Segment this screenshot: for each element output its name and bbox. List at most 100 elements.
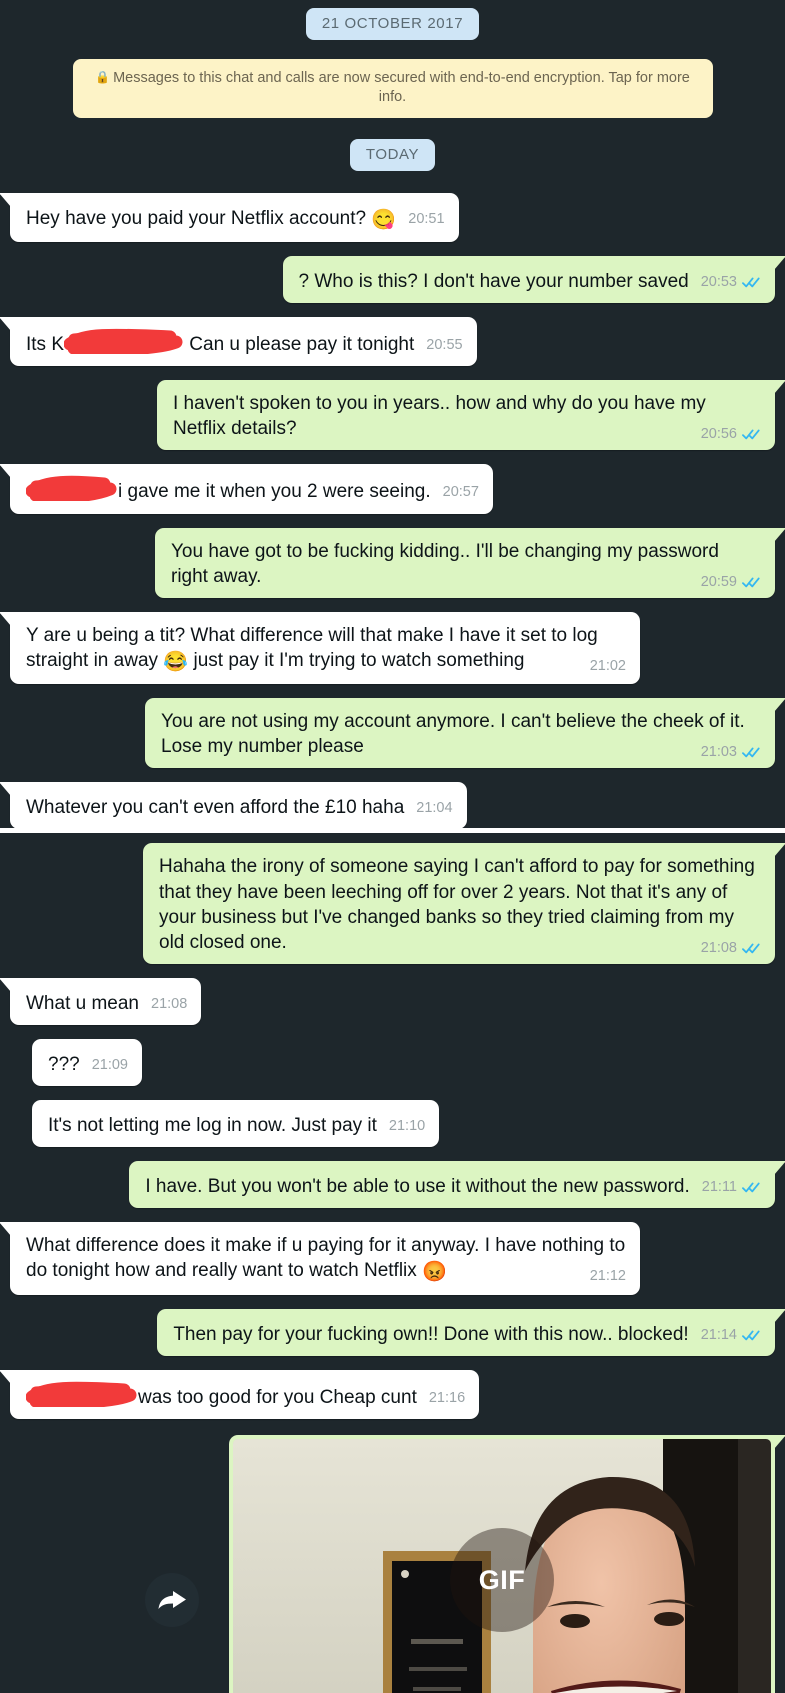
encryption-notice-row[interactable]: 🔒 Messages to this chat and calls are now… — [0, 59, 785, 118]
read-receipt-ticks — [742, 429, 760, 440]
message-text: ? Who is this? I don't have your number … — [298, 271, 689, 293]
gif-message-row: GIF 21:17 — [10, 1434, 785, 1693]
gif-badge[interactable]: GIF — [450, 1528, 554, 1633]
message-timestamp: 21:04 — [416, 800, 453, 817]
message-text: Its K — [26, 334, 65, 356]
gif-badge-label: GIF — [478, 1564, 526, 1595]
incoming-message-bubble[interactable]: What u mean 21:08 — [0, 977, 202, 1025]
message-timestamp: 21:03 — [700, 744, 737, 761]
message-row: i gave me it when you 2 were seeing. 20:5… — [0, 464, 775, 514]
message-meta: 20:55 — [426, 336, 462, 355]
message-row: You are not using my account anymore. I … — [10, 698, 785, 769]
message-text: What u mean — [26, 992, 139, 1014]
lock-icon: 🔒 — [95, 70, 111, 84]
message-text: was too good for you Cheap cunt — [138, 1386, 417, 1408]
forward-button[interactable] — [145, 1572, 199, 1627]
incoming-message-bubble[interactable]: Its K Can u please pay it tonight 20:55 — [0, 317, 477, 367]
message-meta: 20:53 — [701, 273, 761, 292]
read-receipt-ticks — [742, 943, 760, 954]
message-row: Then pay for your fucking own!! Done wit… — [10, 1308, 785, 1356]
message-timestamp: 20:56 — [700, 426, 737, 443]
date-chip-today: TODAY — [349, 138, 436, 171]
message-text: i gave me it when you 2 were seeing. — [118, 481, 431, 503]
outgoing-message-bubble[interactable]: Hahaha the irony of someone saying I can… — [143, 843, 785, 964]
incoming-message-bubble[interactable]: was too good for you Cheap cunt 21:16 — [0, 1369, 480, 1419]
message-meta: 21:14 — [701, 1326, 761, 1345]
date-chip-first: 21 OCTOBER 2017 — [305, 8, 480, 40]
message-timestamp: 21:14 — [700, 1326, 737, 1343]
message-timestamp: 21:16 — [428, 1389, 466, 1406]
forward-arrow-icon — [158, 1590, 186, 1609]
screenshot-seam-artifact — [0, 828, 785, 834]
message-timestamp: 21:10 — [388, 1117, 426, 1134]
message-meta: 21:08 — [151, 995, 187, 1014]
message-row: Its K Can u please pay it tonight 20:55 — [0, 317, 775, 367]
message-row: I haven't spoken to you in years.. how a… — [10, 380, 785, 451]
message-timestamp: 21:11 — [701, 1179, 737, 1196]
message-timestamp: 20:57 — [442, 484, 479, 501]
message-meta: 20:59 — [701, 573, 761, 592]
outgoing-message-bubble[interactable]: You are not using my account anymore. I … — [145, 698, 785, 769]
message-list: Hey have you paid your Netflix account? … — [0, 192, 785, 1693]
message-meta: 21:11 — [702, 1178, 761, 1197]
message-meta: 21:16 — [429, 1389, 465, 1408]
message-text: Whatever you can't even afford the £10 h… — [26, 797, 405, 819]
incoming-message-bubble[interactable]: Hey have you paid your Netflix account? … — [0, 192, 459, 243]
message-meta: 20:56 — [701, 425, 761, 444]
message-row: ? Who is this? I don't have your number … — [10, 256, 785, 304]
message-text: It's not letting me log in now. Just pay… — [48, 1114, 377, 1136]
message-row: I have. But you won't be able to use it … — [10, 1161, 785, 1209]
message-row: Hey have you paid your Netflix account? … — [0, 192, 775, 243]
incoming-message-bubble[interactable]: Whatever you can't even afford the £10 h… — [0, 782, 467, 830]
message-timestamp: 20:59 — [700, 573, 737, 590]
message-timestamp: 20:51 — [408, 210, 445, 227]
message-meta: 21:08 — [701, 939, 761, 958]
message-timestamp: 21:09 — [91, 1056, 128, 1073]
message-text: You are not using my account anymore. I … — [161, 711, 745, 758]
message-row: Hahaha the irony of someone saying I can… — [10, 843, 785, 964]
read-receipt-ticks — [742, 1182, 760, 1193]
incoming-message-bubble[interactable]: i gave me it when you 2 were seeing. 20:5… — [0, 464, 493, 514]
gif-message-bubble[interactable]: GIF 21:17 — [229, 1434, 785, 1693]
message-text: Then pay for your fucking own!! Done wit… — [173, 1323, 689, 1345]
message-row: What u mean 21:08 — [0, 977, 775, 1025]
message-text: You have got to be fucking kidding.. I'l… — [171, 540, 719, 587]
message-meta: 21:04 — [416, 799, 452, 818]
message-timestamp: 21:02 — [589, 657, 626, 674]
outgoing-message-bubble[interactable]: I haven't spoken to you in years.. how a… — [157, 380, 785, 451]
message-meta: 20:51 — [408, 210, 444, 229]
message-text: just pay it I'm trying to watch somethin… — [188, 649, 525, 671]
message-row: ??? 21:09 — [10, 1038, 775, 1086]
encryption-notice[interactable]: 🔒 Messages to this chat and calls are now… — [72, 59, 713, 118]
emoji: 😡 — [422, 1261, 447, 1284]
gif-preview-image[interactable]: GIF 21:17 — [233, 1438, 771, 1693]
message-timestamp: 21:08 — [151, 995, 188, 1012]
incoming-message-bubble[interactable]: Y are u being a tit? What difference wil… — [0, 611, 640, 685]
message-meta: 21:02 — [590, 657, 626, 676]
incoming-message-bubble[interactable]: ??? 21:09 — [32, 1038, 142, 1086]
outgoing-message-bubble[interactable]: You have got to be fucking kidding.. I'l… — [155, 527, 785, 598]
name-redaction — [26, 1381, 138, 1407]
message-meta: 21:09 — [92, 1056, 128, 1075]
message-row: You have got to be fucking kidding.. I'l… — [10, 527, 785, 598]
message-text: What difference does it make if u paying… — [26, 1235, 626, 1282]
message-meta: 21:12 — [590, 1267, 626, 1286]
incoming-message-bubble[interactable]: It's not letting me log in now. Just pay… — [32, 1099, 440, 1148]
outgoing-message-bubble[interactable]: ? Who is this? I don't have your number … — [282, 256, 785, 304]
message-timestamp: 20:53 — [700, 274, 737, 291]
incoming-message-bubble[interactable]: What difference does it make if u paying… — [0, 1222, 640, 1295]
emoji: 😋 — [371, 208, 397, 231]
message-row: What difference does it make if u paying… — [0, 1222, 775, 1295]
message-text: ??? — [48, 1053, 80, 1075]
message-row: was too good for you Cheap cunt 21:16 — [0, 1369, 775, 1419]
outgoing-message-bubble[interactable]: Then pay for your fucking own!! Done wit… — [157, 1308, 785, 1356]
message-row: Whatever you can't even afford the £10 h… — [0, 782, 775, 830]
date-chip-today-row: TODAY — [0, 138, 785, 171]
message-meta: 20:57 — [443, 483, 479, 502]
read-receipt-ticks — [742, 747, 760, 758]
name-redaction — [64, 328, 184, 355]
message-text: I have. But you won't be able to use it … — [145, 1176, 690, 1198]
emoji: 😂 — [163, 650, 189, 673]
read-receipt-ticks — [742, 577, 760, 587]
outgoing-message-bubble[interactable]: I have. But you won't be able to use it … — [129, 1161, 785, 1209]
